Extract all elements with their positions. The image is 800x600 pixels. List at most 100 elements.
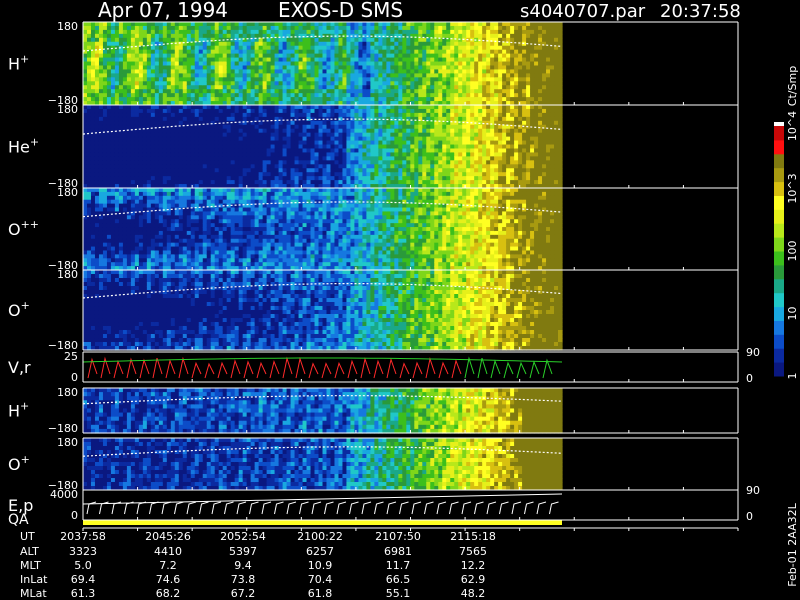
heatmap-cell xyxy=(194,108,200,114)
heatmap-cell xyxy=(258,89,264,94)
heatmap-cell xyxy=(342,160,348,165)
heatmap-cell xyxy=(210,116,216,122)
heatmap-cell xyxy=(178,22,184,27)
heatmap-cell xyxy=(518,160,523,165)
heatmap-cell xyxy=(494,45,499,51)
heatmap-cell xyxy=(278,89,284,94)
heatmap-cell xyxy=(102,33,108,39)
heatmap-cell xyxy=(210,89,216,94)
heatmap-cell xyxy=(450,176,455,181)
heatmap-cell xyxy=(274,45,280,51)
heatmap-cell xyxy=(150,156,156,161)
heatmap-cell xyxy=(238,168,244,173)
heatmap-cell xyxy=(314,65,320,71)
heatmap-cell xyxy=(422,41,427,47)
heatmap-cell xyxy=(450,160,455,165)
heatmap-cell xyxy=(378,73,383,78)
heatmap-cell xyxy=(354,73,360,78)
heatmap-cell xyxy=(410,37,415,43)
heatmap-cell xyxy=(106,81,112,86)
heatmap-cell xyxy=(342,112,348,118)
heatmap-cell xyxy=(98,136,104,142)
heatmap-cell xyxy=(262,85,268,90)
heatmap-cell xyxy=(270,29,276,35)
heatmap-cell xyxy=(442,132,447,138)
heatmap-cell xyxy=(498,25,503,31)
heatmap-cell xyxy=(354,77,360,82)
heatmap-cell xyxy=(118,140,124,146)
heatmap-cell xyxy=(430,41,435,47)
heatmap-cell xyxy=(418,112,423,118)
heatmap-cell xyxy=(430,45,435,51)
heatmap-cell xyxy=(478,144,483,150)
heatmap-cell xyxy=(122,89,128,94)
heatmap-cell xyxy=(518,152,523,157)
heatmap-cell xyxy=(470,73,475,78)
heatmap-cell xyxy=(510,152,515,157)
heatmap-cell xyxy=(110,57,116,63)
heatmap-cell xyxy=(486,160,491,165)
heatmap-cell xyxy=(98,132,104,138)
heatmap-cell xyxy=(210,25,216,31)
heatmap-cell xyxy=(234,164,240,169)
heatmap-cell xyxy=(218,156,224,161)
heatmap-cell xyxy=(194,57,200,63)
heatmap-cell xyxy=(358,140,364,146)
heatmap-cell xyxy=(118,33,124,39)
heatmap-cell xyxy=(346,22,352,27)
heatmap-cell xyxy=(258,97,264,102)
heatmap-cell xyxy=(418,124,423,130)
heatmap-cell xyxy=(83,93,88,98)
heatmap-cell xyxy=(402,93,407,98)
heatmap-cell xyxy=(550,105,555,110)
heatmap-cell xyxy=(454,105,459,110)
heatmap-cell xyxy=(298,49,304,55)
heatmap-cell xyxy=(202,45,208,51)
heatmap-cell xyxy=(522,105,527,110)
heatmap-cell xyxy=(106,124,112,130)
heatmap-cell xyxy=(90,168,96,173)
heatmap-cell xyxy=(250,136,256,142)
heatmap-cell xyxy=(462,152,467,157)
heatmap-cell xyxy=(106,180,112,185)
heatmap-cell xyxy=(314,89,320,94)
heatmap-cell xyxy=(462,77,467,82)
heatmap-cell xyxy=(150,180,156,185)
heatmap-cell xyxy=(286,176,292,181)
heatmap-cell xyxy=(246,33,252,39)
heatmap-cell xyxy=(142,37,148,43)
heatmap-cell xyxy=(206,128,212,134)
heatmap-cell xyxy=(278,81,284,86)
heatmap-cell xyxy=(370,108,375,114)
heatmap-cell xyxy=(406,148,411,154)
heatmap-cell xyxy=(366,148,371,154)
heatmap-cell xyxy=(150,152,156,157)
heatmap-cell xyxy=(254,180,260,185)
heatmap-cell xyxy=(83,136,88,142)
heatmap-cell xyxy=(246,164,252,169)
heatmap-cell xyxy=(83,140,88,146)
heatmap-cell xyxy=(366,65,371,71)
heatmap-cell xyxy=(258,93,264,98)
heatmap-cell xyxy=(202,89,208,94)
heatmap-cell xyxy=(98,53,104,59)
heatmap-cell xyxy=(530,105,535,110)
heatmap-cell xyxy=(110,120,116,126)
heatmap-cell xyxy=(434,97,439,102)
heatmap-cell xyxy=(138,89,144,94)
heatmap-cell xyxy=(278,124,284,130)
heatmap-cell xyxy=(346,136,352,142)
heatmap-cell xyxy=(554,29,559,35)
heatmap-cell xyxy=(514,81,519,86)
heatmap-cell xyxy=(398,61,403,67)
heatmap-cell xyxy=(394,49,399,55)
heatmap-cell xyxy=(270,164,276,169)
heatmap-cell xyxy=(158,152,164,157)
heatmap-cell xyxy=(314,97,320,102)
heatmap-cell xyxy=(190,164,196,169)
heatmap-cell xyxy=(386,69,391,74)
heatmap-cell xyxy=(274,73,280,78)
heatmap-cell xyxy=(146,33,152,39)
heatmap-cell xyxy=(134,25,140,31)
heatmap-cell xyxy=(450,180,455,185)
